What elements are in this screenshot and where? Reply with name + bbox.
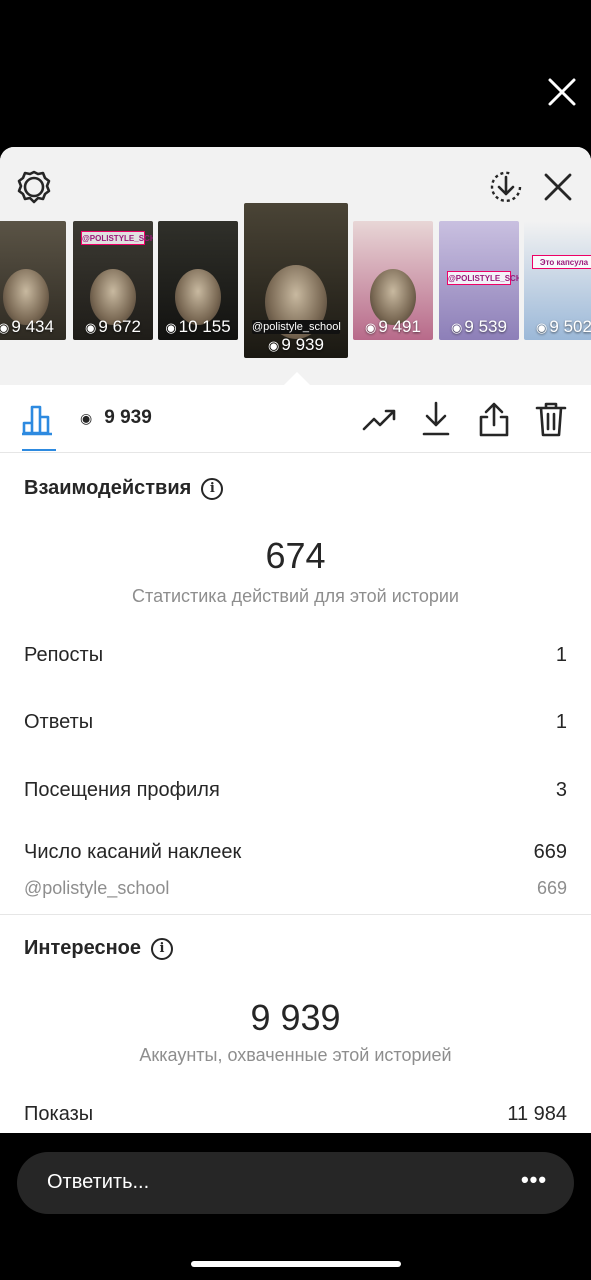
story-views: 10 155 [178, 317, 231, 336]
story-thumbnail[interactable]: ◉ 9 491 [353, 221, 433, 340]
story-views: 9 672 [98, 317, 141, 336]
metric-label: Посещения профиля [24, 779, 220, 801]
reply-placeholder: Ответить... [47, 1171, 150, 1193]
trend-up-icon [362, 409, 396, 431]
metric-label: Число касаний наклеек [24, 841, 242, 863]
insights-tab-button[interactable] [18, 399, 62, 439]
eye-icon: ◉ [365, 320, 377, 335]
info-icon[interactable]: i [151, 937, 173, 960]
discovery-section-title: Интересное i [24, 937, 173, 960]
eye-icon: ◉ [165, 320, 177, 335]
story-caption: @polistyle_school [252, 320, 341, 334]
eye-icon: ◉ [451, 320, 463, 335]
section-title-text: Взаимодействия [24, 477, 192, 499]
interactions-total: 674 [265, 535, 326, 576]
download-button[interactable] [416, 399, 456, 439]
metric-label: Репосты [24, 644, 104, 666]
story-views: 9 502 [549, 317, 591, 336]
reply-input[interactable]: Ответить... ••• [17, 1152, 574, 1214]
close-icon [548, 78, 576, 106]
metric-value: 1 [555, 644, 567, 666]
metric-value: 3 [555, 779, 567, 801]
sticker-handle-label: @polistyle_school [24, 878, 170, 898]
story-views: 9 491 [378, 317, 421, 336]
home-indicator[interactable] [191, 1261, 401, 1267]
insights-toolbar: ◉ 9 939 [0, 385, 591, 453]
discovery-subtitle: Аккаунты, охваченные этой историей [139, 1045, 452, 1065]
story-thumbnail[interactable]: ◉ 10 155 [158, 221, 238, 340]
gear-icon [17, 170, 51, 204]
close-insights-button[interactable] [538, 167, 578, 207]
save-story-button[interactable] [486, 167, 526, 207]
eye-icon: ◉ [0, 320, 10, 335]
story-caption: @POLISTYLE_SCHOOL [447, 271, 519, 285]
discovery-total: 9 939 [250, 997, 341, 1038]
close-story-button[interactable] [544, 74, 580, 110]
download-circle-icon [490, 171, 522, 203]
section-title-text: Интересное [24, 937, 141, 959]
metric-label: Ответы [24, 711, 94, 733]
interactions-section-title: Взаимодействия i [24, 477, 224, 500]
active-tab-indicator [22, 449, 56, 451]
eye-icon: ◉ [80, 410, 93, 426]
download-icon [422, 401, 450, 436]
promote-button[interactable] [360, 399, 400, 439]
story-views: 9 539 [464, 317, 507, 336]
eye-icon: ◉ [85, 320, 97, 335]
story-views-count: ◉ 9 939 [80, 407, 152, 429]
settings-button[interactable] [14, 167, 54, 207]
share-icon [479, 402, 509, 437]
eye-icon: ◉ [536, 320, 548, 335]
interactions-subtitle: Статистика действий для этой истории [132, 586, 459, 606]
story-views: 9 434 [11, 317, 54, 336]
story-caption: @POLISTYLE_SCHOOL [81, 231, 153, 245]
views-value: 9 939 [104, 407, 152, 428]
trash-icon [535, 402, 567, 437]
metric-value: 669 [533, 841, 567, 863]
story-views: 9 939 [281, 335, 324, 354]
section-divider [0, 914, 591, 915]
delete-button[interactable] [531, 399, 571, 439]
eye-icon: ◉ [268, 338, 280, 353]
close-icon [544, 173, 572, 201]
bar-chart-icon [22, 405, 52, 436]
info-icon[interactable]: i [201, 477, 224, 500]
share-button[interactable] [474, 399, 514, 439]
story-caption: Это капсула [532, 255, 591, 269]
story-strip: ◉9 434 @POLISTYLE_SCHOOL ◉9 672 ◉10 155 … [0, 147, 591, 385]
more-options-button[interactable]: ••• [516, 1165, 552, 1201]
story-thumbnail-selected[interactable]: @polistyle_school ◉ 9 939 [244, 203, 348, 358]
story-thumbnail[interactable]: ◉ 9 434 [0, 221, 66, 340]
metric-value: 1 [555, 711, 567, 733]
metric-label: Показы [24, 1103, 94, 1125]
selected-story-pointer [284, 372, 310, 385]
story-thumbnail[interactable]: Это капсула ◉ 9 502 [524, 221, 591, 340]
metric-value: 11 984 [507, 1103, 567, 1125]
story-thumbnail[interactable]: @POLISTYLE_SCHOOL ◉9 539 [439, 221, 519, 340]
sticker-handle-value: 669 [536, 878, 567, 898]
story-thumbnail[interactable]: @POLISTYLE_SCHOOL ◉9 672 [73, 221, 153, 340]
insights-sheet: ◉9 434 @POLISTYLE_SCHOOL ◉9 672 ◉10 155 … [0, 147, 591, 1133]
